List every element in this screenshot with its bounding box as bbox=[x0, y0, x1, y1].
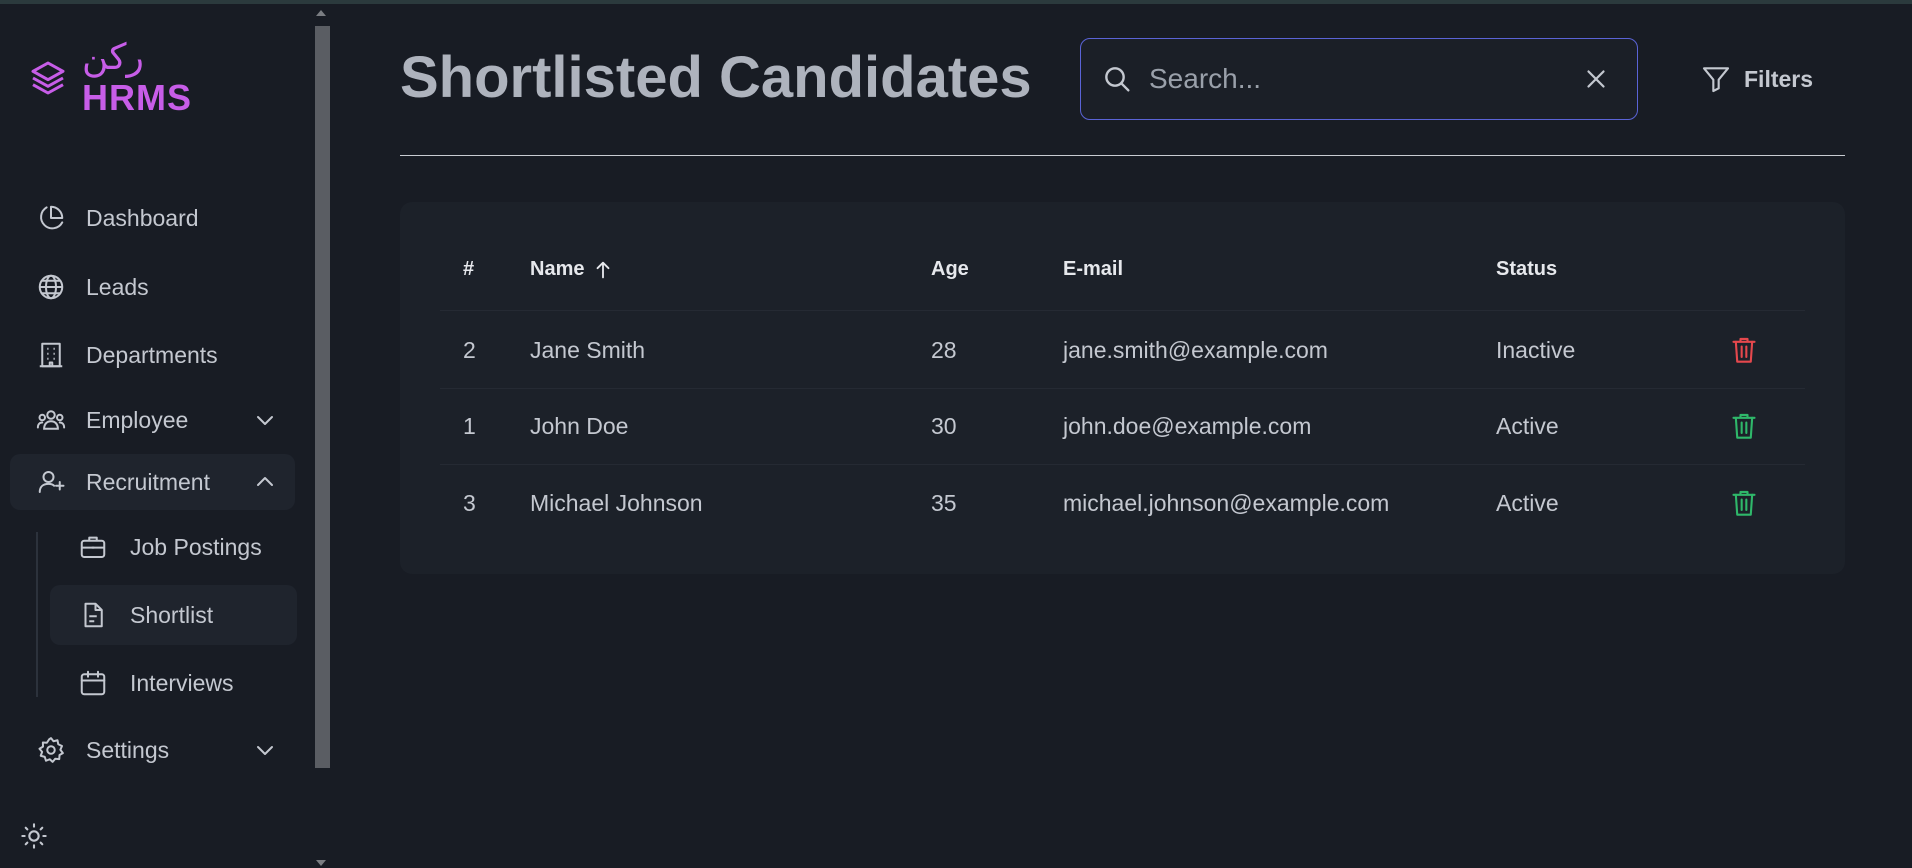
sidebar-item-job-postings[interactable]: Job Postings bbox=[50, 517, 297, 577]
chevron-down-icon bbox=[257, 746, 273, 755]
document-icon bbox=[84, 602, 103, 628]
calendar-icon bbox=[80, 670, 106, 696]
sidebar-item-dashboard[interactable]: Dashboard bbox=[10, 190, 295, 246]
page-title: Shortlisted Candidates bbox=[400, 45, 1032, 110]
briefcase-icon bbox=[80, 536, 106, 558]
column-header-id: # bbox=[463, 258, 475, 280]
gear-icon bbox=[38, 737, 64, 763]
cell-age: 30 bbox=[931, 413, 957, 439]
column-header-email: E-mail bbox=[1063, 258, 1124, 280]
user-plus-icon bbox=[38, 471, 65, 493]
sidebar-item-label: Recruitment bbox=[86, 468, 210, 495]
cell-status: Active bbox=[1496, 490, 1559, 516]
search-icon bbox=[1105, 67, 1130, 92]
sidebar-item-recruitment[interactable]: Recruitment bbox=[10, 454, 295, 510]
column-header-name-label: Name bbox=[530, 258, 585, 280]
filters-button[interactable]: Filters bbox=[1700, 58, 1813, 100]
table-row-divider bbox=[440, 310, 1805, 311]
sidebar-item-label: Employee bbox=[86, 406, 189, 433]
cell-email: michael.johnson@example.com bbox=[1063, 490, 1390, 516]
brand-text: ركن HRMS bbox=[82, 40, 192, 116]
filter-icon bbox=[1702, 67, 1730, 93]
table-row-divider bbox=[440, 388, 1805, 389]
sub-item-label: Job Postings bbox=[130, 533, 262, 560]
delete-trash-icon[interactable] bbox=[1730, 487, 1758, 519]
search-box[interactable] bbox=[1080, 38, 1638, 120]
cell-id: 2 bbox=[463, 337, 476, 363]
chevron-up-icon bbox=[257, 477, 273, 486]
sidebar-item-leads[interactable]: Leads bbox=[10, 259, 295, 315]
scroll-up-arrow-icon[interactable] bbox=[316, 10, 326, 16]
sub-item-label: Interviews bbox=[130, 669, 234, 696]
cell-name: Michael Johnson bbox=[530, 490, 703, 516]
clear-search-icon[interactable] bbox=[1581, 64, 1611, 94]
cell-id: 3 bbox=[463, 490, 476, 516]
sidebar-item-label: Departments bbox=[86, 341, 218, 368]
scroll-down-arrow-icon[interactable] bbox=[316, 860, 326, 866]
sidebar-item-settings[interactable]: Settings bbox=[10, 722, 295, 778]
sidebar-item-label: Leads bbox=[86, 273, 149, 300]
cell-status: Inactive bbox=[1496, 337, 1576, 363]
sub-item-label: Shortlist bbox=[130, 601, 214, 628]
brand-arabic: ركن bbox=[82, 37, 144, 78]
search-input[interactable] bbox=[1147, 62, 1581, 96]
header-divider bbox=[400, 155, 1845, 156]
delete-trash-icon[interactable] bbox=[1730, 410, 1758, 442]
cell-name: John Doe bbox=[530, 413, 629, 439]
sidebar-item-shortlist[interactable]: Shortlist bbox=[50, 585, 297, 645]
cell-email: jane.smith@example.com bbox=[1063, 337, 1328, 363]
cell-name: Jane Smith bbox=[530, 337, 646, 363]
globe-icon bbox=[38, 274, 64, 300]
sun-icon[interactable] bbox=[20, 822, 48, 850]
sort-ascending-icon bbox=[597, 261, 610, 278]
table-row-divider bbox=[440, 464, 1805, 465]
users-icon bbox=[36, 410, 66, 430]
cell-id: 1 bbox=[463, 413, 476, 439]
cell-status: Active bbox=[1496, 413, 1559, 439]
sidebar-item-interviews[interactable]: Interviews bbox=[50, 653, 297, 713]
delete-trash-icon[interactable] bbox=[1730, 334, 1758, 366]
sidebar-item-employee[interactable]: Employee bbox=[10, 392, 295, 448]
column-header-name[interactable]: Name bbox=[530, 258, 614, 281]
cell-age: 28 bbox=[931, 337, 957, 363]
brand-logo[interactable]: ركن HRMS bbox=[28, 40, 192, 116]
column-header-age: Age bbox=[931, 258, 969, 280]
layers-icon bbox=[31, 61, 65, 95]
sidebar-item-label: Settings bbox=[86, 736, 170, 763]
sidebar-item-label: Dashboard bbox=[86, 204, 199, 231]
filters-label: Filters bbox=[1744, 65, 1814, 92]
sidebar-scrollbar-thumb[interactable] bbox=[315, 26, 330, 768]
building-icon bbox=[39, 342, 63, 368]
column-header-status: Status bbox=[1496, 258, 1558, 280]
cell-age: 35 bbox=[931, 490, 957, 516]
pie-chart-icon bbox=[40, 205, 64, 230]
chevron-down-icon bbox=[257, 416, 273, 425]
brand-name: HRMS bbox=[82, 77, 192, 118]
submenu-guide-line bbox=[36, 532, 38, 697]
sidebar-item-departments[interactable]: Departments bbox=[10, 327, 295, 383]
cell-email: john.doe@example.com bbox=[1063, 413, 1312, 439]
